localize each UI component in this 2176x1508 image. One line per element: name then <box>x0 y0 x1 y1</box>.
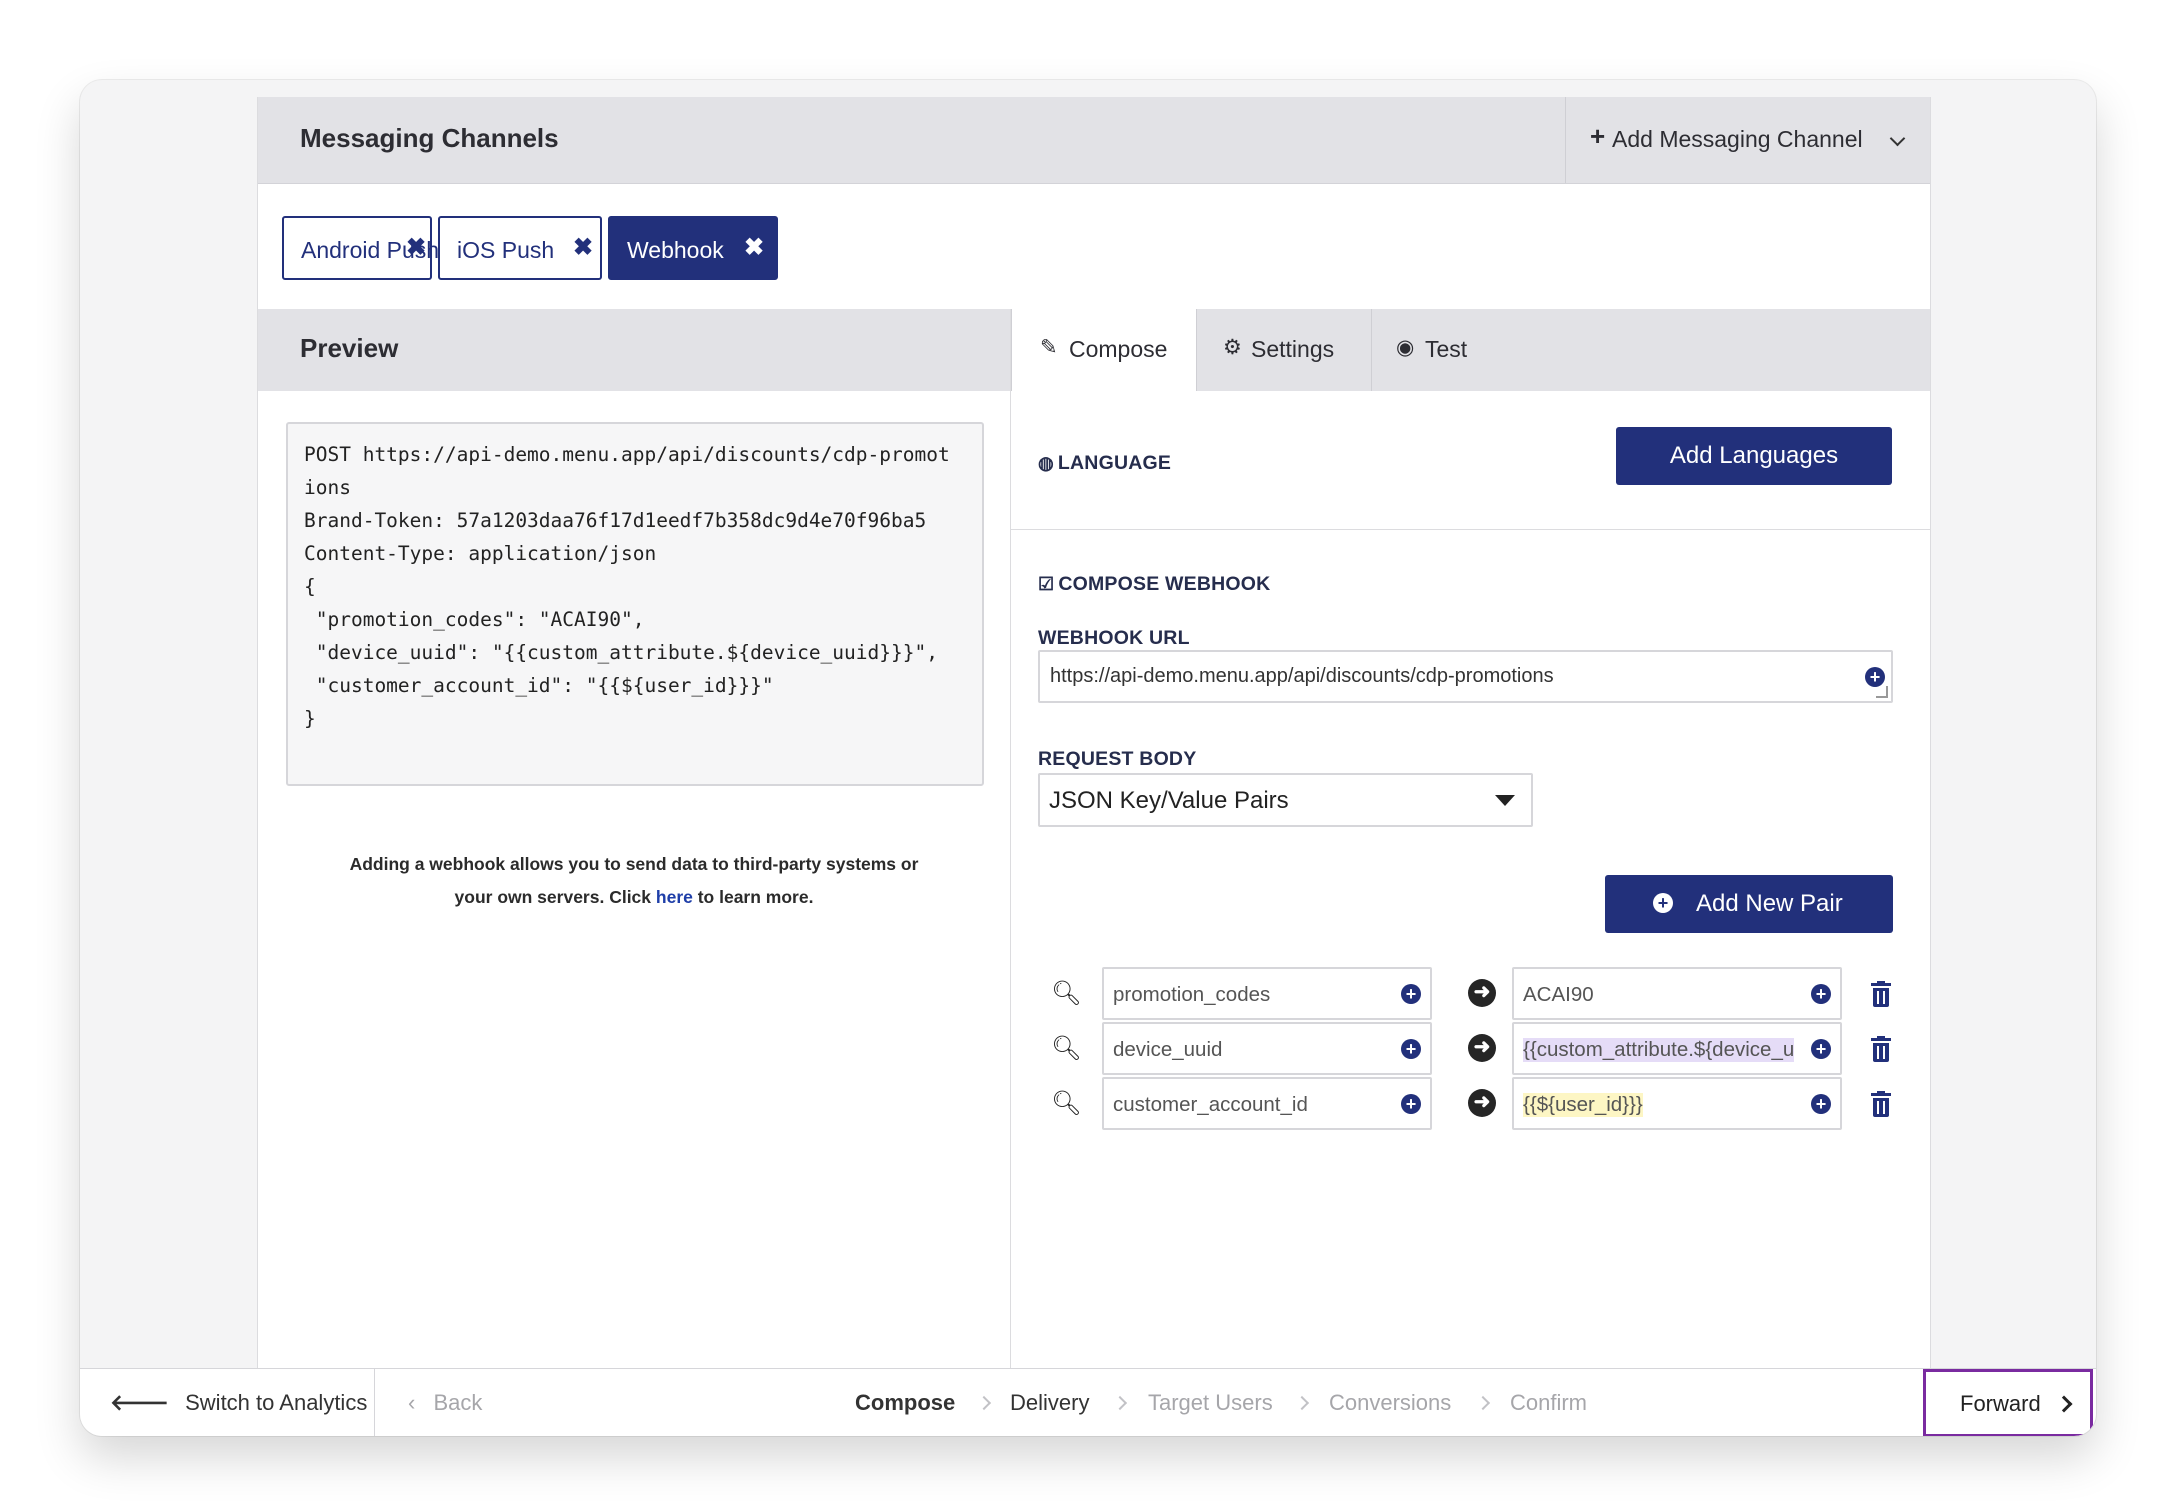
step-delivery[interactable]: Delivery <box>1010 1390 1089 1416</box>
channel-chip-webhook[interactable]: Webhook ✖ <box>608 216 778 280</box>
arrow-left-icon: 🡐 <box>110 1390 169 1415</box>
step-conversions[interactable]: Conversions <box>1329 1390 1451 1416</box>
webhook-preview-code: POST https://api-demo.menu.app/api/disco… <box>286 422 984 786</box>
tab-compose[interactable]: ✎ Compose <box>1011 309 1197 391</box>
section-divider <box>1011 529 1930 530</box>
delete-pair-trash-icon[interactable] <box>1871 1091 1891 1117</box>
messaging-channels-header: Messaging Channels + Add Messaging Chann… <box>258 97 1930 184</box>
remove-channel-icon[interactable]: ✖ <box>573 233 593 262</box>
add-messaging-channel-dropdown[interactable]: + Add Messaging Channel <box>1565 97 1930 183</box>
pair-value-value: {{${user_id}}} <box>1523 1093 1643 1117</box>
channel-chip-android-push[interactable]: Android Push ✖ <box>282 216 439 280</box>
arrow-right-icon: ➜ <box>1468 1089 1496 1117</box>
eye-icon: ◉ <box>1396 336 1415 359</box>
help-note-line1: Adding a webhook allows you to send data… <box>349 854 919 874</box>
add-personalization-icon[interactable]: + <box>1811 1094 1831 1114</box>
pair-key-value: promotion_codes <box>1113 983 1271 1006</box>
delete-pair-trash-icon[interactable] <box>1871 981 1891 1007</box>
request-body-label: REQUEST BODY <box>1038 748 1197 770</box>
pair-value-input[interactable]: {{custom_attribute.${device_u + <box>1512 1022 1842 1075</box>
forward-label: Forward <box>1960 1391 2041 1416</box>
pair-key-input[interactable]: customer_account_id + <box>1102 1077 1432 1130</box>
preview-header: Preview <box>258 309 1010 391</box>
add-new-pair-label: Add New Pair <box>1696 890 1843 917</box>
language-label: ◍ LANGUAGE <box>1038 452 1172 474</box>
tab-label: Compose <box>1069 336 1168 362</box>
learn-more-link[interactable]: here <box>656 887 693 907</box>
delete-pair-trash-icon[interactable] <box>1871 1036 1891 1062</box>
help-note-line2b: to learn more. <box>692 887 814 907</box>
footer-divider <box>374 1369 375 1436</box>
add-personalization-icon[interactable]: + <box>1865 667 1885 687</box>
arrow-right-icon: ➜ <box>1468 979 1496 1007</box>
resize-handle-icon[interactable] <box>1876 686 1888 698</box>
add-personalization-icon[interactable]: + <box>1401 1039 1421 1059</box>
footer-navigation: 🡐 Switch to Analytics ‹ Back Compose Del… <box>80 1368 2096 1436</box>
tab-settings[interactable]: ⚙ Settings <box>1197 309 1372 391</box>
key-icon: 🔍︎ <box>1051 1035 1082 1062</box>
switch-to-analytics-button[interactable]: 🡐 Switch to Analytics <box>110 1390 367 1416</box>
campaign-composer-card: Messaging Channels + Add Messaging Chann… <box>257 97 1931 1433</box>
remove-channel-icon[interactable]: ✖ <box>406 233 426 262</box>
compose-webhook-label: ☑ COMPOSE WEBHOOK <box>1038 573 1271 595</box>
channel-chip-label: iOS Push <box>457 237 555 263</box>
tab-test[interactable]: ◉ Test <box>1372 309 1512 391</box>
gear-icon: ⚙ <box>1223 336 1242 359</box>
add-personalization-icon[interactable]: + <box>1401 1094 1421 1114</box>
key-icon: 🔍︎ <box>1051 1090 1082 1117</box>
chevron-right-icon <box>1475 1395 1491 1411</box>
pair-key-input[interactable]: promotion_codes + <box>1102 967 1432 1020</box>
remove-channel-icon[interactable]: ✖ <box>744 233 764 262</box>
chevron-right-icon <box>1112 1395 1128 1411</box>
help-note-line2a: your own servers. Click <box>454 887 656 907</box>
preview-title: Preview <box>300 333 399 363</box>
edit-icon: ☑ <box>1038 574 1055 594</box>
pair-value-value: {{custom_attribute.${device_u <box>1523 1038 1795 1062</box>
step-confirm[interactable]: Confirm <box>1510 1390 1587 1416</box>
webhook-help-note: Adding a webhook allows you to send data… <box>298 848 970 914</box>
pair-key-input[interactable]: device_uuid + <box>1102 1022 1432 1075</box>
pair-key-value: customer_account_id <box>1113 1093 1308 1116</box>
pair-value-value: ACAI90 <box>1523 983 1594 1006</box>
chevron-right-icon <box>1294 1395 1310 1411</box>
add-messaging-channel-label: Add Messaging Channel <box>1612 126 1863 152</box>
plus-circle-icon: + <box>1653 893 1673 913</box>
forward-button[interactable]: Forward <box>1923 1369 2093 1436</box>
chevron-left-icon: ‹ <box>408 1390 416 1415</box>
channel-chip-label: Webhook <box>627 237 724 263</box>
switch-to-analytics-label: Switch to Analytics <box>185 1390 368 1415</box>
webhook-url-input[interactable]: https://api-demo.menu.app/api/discounts/… <box>1038 650 1893 703</box>
add-personalization-icon[interactable]: + <box>1811 1039 1831 1059</box>
request-body-type-value: JSON Key/Value Pairs <box>1049 787 1289 814</box>
add-new-pair-button[interactable]: + Add New Pair <box>1605 875 1893 933</box>
step-target-users[interactable]: Target Users <box>1148 1390 1273 1416</box>
plus-icon: + <box>1590 121 1606 151</box>
channel-chip-ios-push[interactable]: iOS Push ✖ <box>438 216 602 280</box>
messaging-channels-title: Messaging Channels <box>300 123 559 153</box>
request-body-type-select[interactable]: JSON Key/Value Pairs <box>1038 773 1533 827</box>
arrow-right-icon: ➜ <box>1468 1034 1496 1062</box>
pair-value-input[interactable]: {{${user_id}}} + <box>1512 1077 1842 1130</box>
webhook-url-value: https://api-demo.menu.app/api/discounts/… <box>1050 665 1554 687</box>
caret-down-icon <box>1495 795 1515 806</box>
webhook-url-label: WEBHOOK URL <box>1038 627 1190 649</box>
pair-key-value: device_uuid <box>1113 1038 1223 1061</box>
step-compose[interactable]: Compose <box>855 1390 955 1416</box>
key-icon: 🔍︎ <box>1051 980 1082 1007</box>
pair-value-input[interactable]: ACAI90 + <box>1512 967 1842 1020</box>
tab-label: Test <box>1425 336 1468 362</box>
add-languages-button[interactable]: Add Languages <box>1616 427 1892 485</box>
back-label: Back <box>433 1390 483 1415</box>
tab-label: Settings <box>1251 336 1335 362</box>
chevron-down-icon <box>1889 130 1906 147</box>
add-personalization-icon[interactable]: + <box>1811 984 1831 1004</box>
chevron-right-icon <box>2055 1395 2073 1413</box>
pencil-icon: ✎ <box>1040 336 1058 359</box>
back-button[interactable]: ‹ Back <box>408 1390 482 1416</box>
add-personalization-icon[interactable]: + <box>1401 984 1421 1004</box>
column-divider <box>1010 309 1011 1433</box>
app-window: Messaging Channels + Add Messaging Chann… <box>80 80 2096 1436</box>
globe-icon: ◍ <box>1038 453 1054 473</box>
chevron-right-icon <box>976 1395 992 1411</box>
